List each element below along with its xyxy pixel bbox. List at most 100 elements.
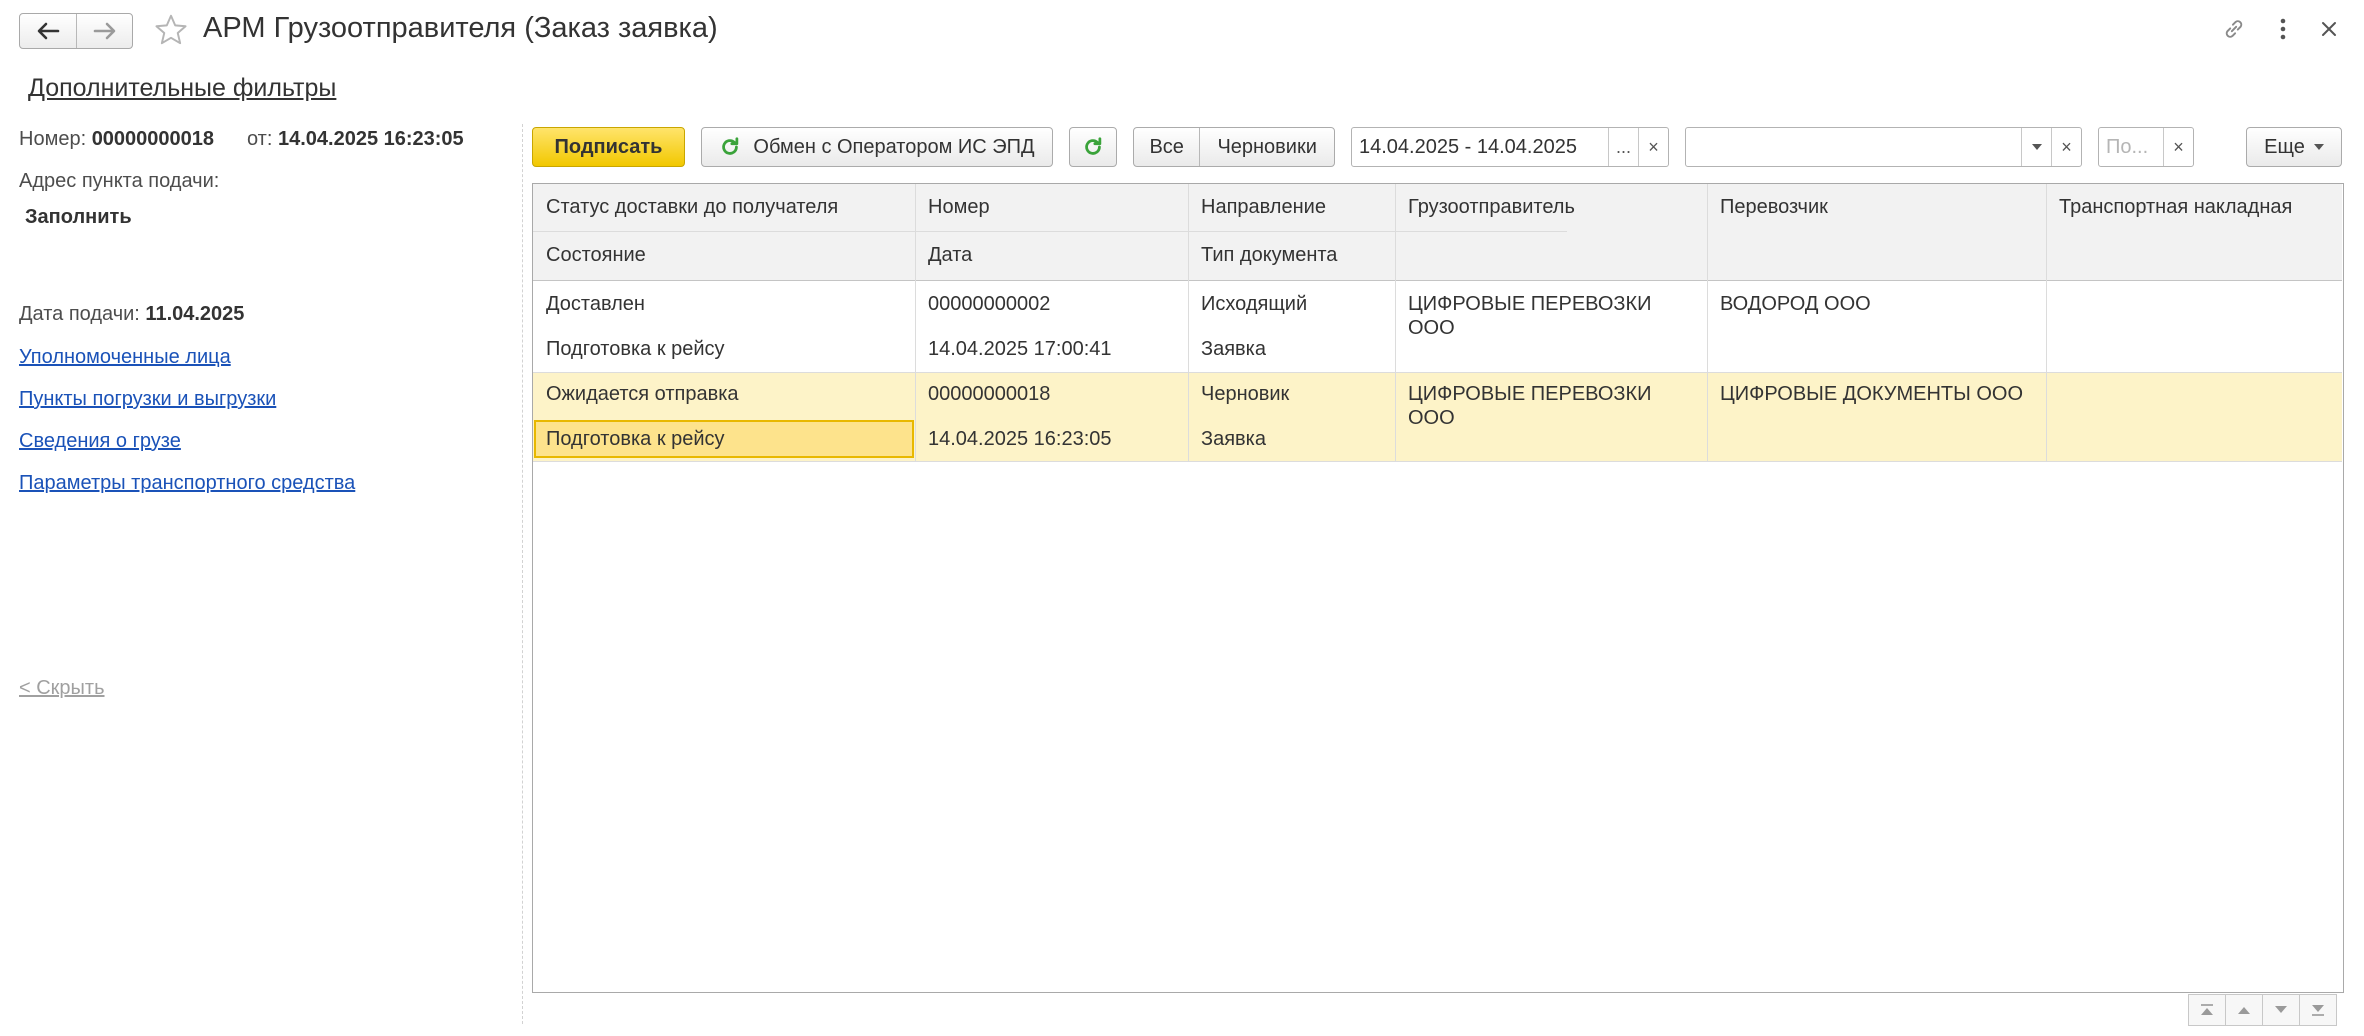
link-button[interactable] <box>2219 14 2249 44</box>
organization-field: × <box>1685 127 2082 167</box>
filter-all-button[interactable]: Все <box>1134 128 1199 166</box>
header-bottom-line <box>533 280 2342 281</box>
cell-number: 00000000002 <box>928 293 1051 315</box>
organization-clear-button[interactable]: × <box>2051 128 2081 166</box>
cargo-info-link[interactable]: Сведения о грузе <box>19 430 181 453</box>
exchange-label: Обмен с Оператором ИС ЭПД <box>753 135 1035 158</box>
header-doc-type[interactable]: Тип документа <box>1188 243 1337 267</box>
address-value: Заполнить <box>25 206 132 228</box>
chevron-down-icon <box>2031 144 2042 150</box>
cell-shipper-line2: ООО <box>1408 407 1455 429</box>
refresh-icon <box>722 137 739 155</box>
header-number[interactable]: Номер <box>915 195 990 219</box>
cell-state: Подготовка к рейсу <box>546 338 725 360</box>
scroll-top-icon <box>2201 1004 2213 1015</box>
cell-shipper: ЦИФРОВЫЕ ПЕРЕВОЗКИ <box>1408 293 1652 315</box>
scroll-bottom-icon <box>2312 1005 2324 1016</box>
cell-state: Подготовка к рейсу <box>546 428 725 450</box>
cell-direction: Исходящий <box>1201 293 1308 315</box>
refresh-button[interactable] <box>1069 127 1117 167</box>
sign-label: Подписать <box>554 135 663 158</box>
header-shipper[interactable]: Грузоотправитель <box>1395 195 1575 219</box>
exchange-operator-button[interactable]: Обмен с Оператором ИС ЭПД <box>701 127 1053 167</box>
date-row: Дата подачи: 11.04.2025 <box>19 303 244 326</box>
cell-date: 14.04.2025 17:00:41 <box>928 338 1112 360</box>
scroll-bottom-button[interactable] <box>2299 994 2337 1026</box>
number-row: Номер: 00000000018 <box>19 128 214 151</box>
scroll-top-button[interactable] <box>2188 994 2226 1026</box>
cell-doc-type: Заявка <box>1201 428 1266 450</box>
scroll-up-icon <box>2238 1007 2250 1014</box>
header-date[interactable]: Дата <box>915 243 972 267</box>
cell-status-delivery: Ожидается отправка <box>546 383 739 405</box>
period-field: 14.04.2025 - 14.04.2025 ... × <box>1351 127 1669 167</box>
number-label: Номер: <box>19 128 87 150</box>
header-waybill[interactable]: Транспортная накладная <box>2046 195 2292 219</box>
document-filter-toggle: Все Черновики <box>1133 127 1335 167</box>
title-bar: АРМ Грузоотправителя (Заказ заявка) <box>0 0 2364 64</box>
address-label: Адрес пункта подачи: <box>19 170 220 192</box>
row-divider <box>533 461 2342 462</box>
period-input[interactable]: 14.04.2025 - 14.04.2025 <box>1352 128 1608 166</box>
back-button[interactable] <box>20 14 76 48</box>
more-label: Еще <box>2264 135 2305 158</box>
additional-filters-link[interactable]: Дополнительные фильтры <box>28 74 336 103</box>
sign-button[interactable]: Подписать <box>532 127 685 167</box>
panel-divider <box>522 124 523 1024</box>
close-icon <box>2322 22 2336 36</box>
header-state[interactable]: Состояние <box>533 243 646 267</box>
authorized-persons-link[interactable]: Уполномоченные лица <box>19 346 231 369</box>
header-direction[interactable]: Направление <box>1188 195 1326 219</box>
column-divider <box>915 184 916 461</box>
header-divider <box>533 231 1567 232</box>
date-value: 11.04.2025 <box>145 303 245 325</box>
search-field: По... × <box>2098 127 2194 167</box>
scroll-down-icon <box>2275 1006 2287 1013</box>
cell-carrier: ВОДОРОД ООО <box>1720 293 1871 315</box>
cell-date: 14.04.2025 16:23:05 <box>928 428 1112 450</box>
header-carrier[interactable]: Перевозчик <box>1707 195 1828 219</box>
cell-carrier: ЦИФРОВЫЕ ДОКУМЕНТЫ ООО <box>1720 383 2024 405</box>
from-value: 14.04.2025 16:23:05 <box>277 128 464 150</box>
address-fill-link[interactable]: Заполнить <box>25 206 132 229</box>
cell-doc-type: Заявка <box>1201 338 1266 360</box>
documents-table: Статус доставки до получателя Состояние … <box>532 183 2344 993</box>
row-divider <box>533 372 2342 373</box>
organization-dropdown-button[interactable] <box>2021 128 2051 166</box>
column-divider <box>1188 184 1189 461</box>
filter-drafts-label: Черновики <box>1217 135 1317 158</box>
arrow-left-icon <box>37 22 60 40</box>
refresh-icon <box>1085 137 1102 155</box>
organization-input[interactable] <box>1686 128 2021 166</box>
cell-number: 00000000018 <box>928 383 1051 405</box>
menu-button[interactable] <box>2268 14 2298 44</box>
filter-drafts-button[interactable]: Черновики <box>1199 128 1334 166</box>
close-button[interactable] <box>2314 14 2344 44</box>
window-title: АРМ Грузоотправителя (Заказ заявка) <box>203 12 718 44</box>
star-icon <box>155 14 187 45</box>
cell-status-delivery: Доставлен <box>546 293 645 315</box>
more-vertical-icon <box>2280 18 2286 40</box>
forward-button[interactable] <box>76 14 132 48</box>
search-clear-button[interactable]: × <box>2163 128 2193 166</box>
cell-shipper-line2: ООО <box>1408 317 1455 339</box>
scroll-up-button[interactable] <box>2225 994 2263 1026</box>
cell-direction: Черновик <box>1201 383 1290 405</box>
column-divider <box>2046 184 2047 461</box>
period-clear-button[interactable]: × <box>1638 128 1668 166</box>
loading-points-link[interactable]: Пункты погрузки и выгрузки <box>19 388 276 411</box>
search-input[interactable]: По... <box>2099 128 2163 166</box>
vehicle-params-link[interactable]: Параметры транспортного средства <box>19 472 355 495</box>
favorite-button[interactable] <box>151 10 191 50</box>
navigation-buttons <box>19 13 133 49</box>
chevron-down-icon <box>2313 144 2324 150</box>
header-status-delivery[interactable]: Статус доставки до получателя <box>533 195 838 219</box>
hide-panel-link[interactable]: < Скрыть <box>19 677 105 700</box>
filter-all-label: Все <box>1149 135 1184 158</box>
period-select-button[interactable]: ... <box>1608 128 1638 166</box>
more-button[interactable]: Еще <box>2246 127 2342 167</box>
from-row: от: 14.04.2025 16:23:05 <box>247 128 464 151</box>
cell-shipper: ЦИФРОВЫЕ ПЕРЕВОЗКИ <box>1408 383 1652 405</box>
date-label: Дата подачи: <box>19 303 140 325</box>
scroll-down-button[interactable] <box>2262 994 2300 1026</box>
